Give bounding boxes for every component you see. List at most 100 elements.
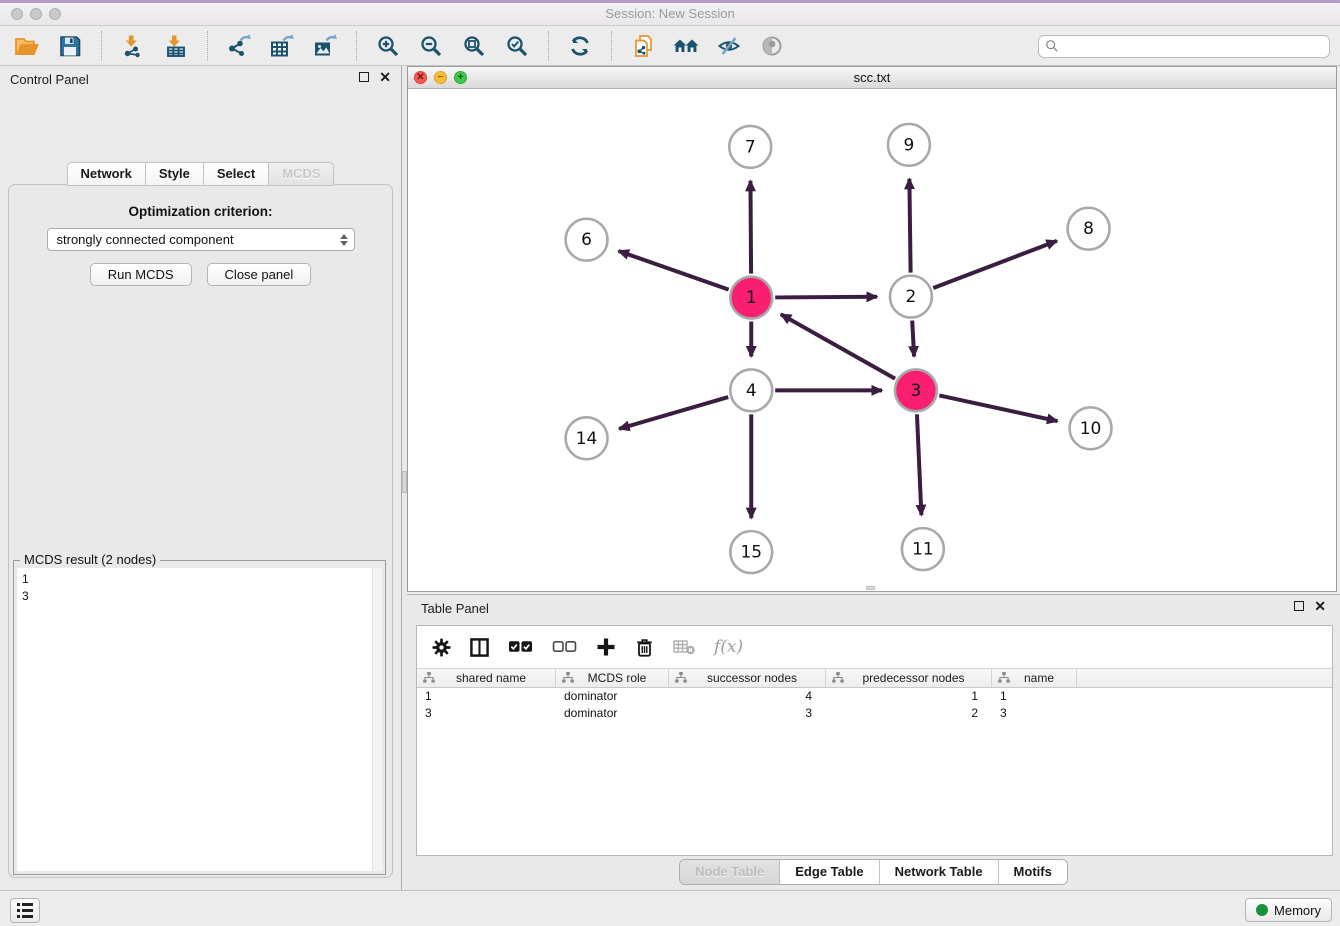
mcds-result-text[interactable]: 1 3 [17,568,382,871]
edge-1-7[interactable] [750,181,751,274]
zoom-in-button[interactable] [371,31,405,61]
toolbar-separator [611,31,612,61]
tab-style[interactable]: Style [146,162,204,186]
cell-name[interactable]: 3 [992,706,1077,720]
network-canvas[interactable]: 1234678910111415 [408,89,1336,591]
open-file-button[interactable] [10,31,44,61]
import-network-button[interactable] [116,31,150,61]
column-panel-button[interactable] [470,638,489,657]
tab-network[interactable]: Network [67,162,146,186]
graph-node-label-14: 14 [576,428,598,448]
result-scrollbar[interactable] [372,568,382,871]
cell-name[interactable]: 1 [992,689,1077,703]
cell-successor-nodes[interactable]: 3 [669,706,826,720]
zoom-out-button[interactable] [414,31,448,61]
run-mcds-button[interactable]: Run MCDS [90,263,192,286]
memory-button[interactable]: Memory [1245,898,1332,922]
export-image-button[interactable] [308,31,342,61]
graph-node-label-9: 9 [904,134,915,154]
application-window: Session: New Session Control Panel ✕ Net… [0,0,1340,926]
table-row[interactable]: 3dominator323 [417,705,1332,722]
select-all-button[interactable] [508,640,533,654]
zoom-fit-button[interactable] [457,31,491,61]
toolbar-separator [356,31,357,61]
tab-node-table[interactable]: Node Table [680,860,779,884]
edge-3-11[interactable] [917,414,921,515]
refresh-button[interactable] [563,31,597,61]
float-panel-icon[interactable] [359,72,369,82]
tab-select[interactable]: Select [204,162,269,186]
close-table-panel-icon[interactable]: ✕ [1314,600,1326,612]
zoom-selected-button[interactable] [500,31,534,61]
column-header-name[interactable]: name [992,669,1077,687]
table-header-row: shared nameMCDS rolesuccessor nodesprede… [417,668,1332,688]
tab-edge-table[interactable]: Edge Table [779,860,878,884]
toolbar-buttons [10,31,789,61]
task-history-button[interactable] [10,898,40,923]
edge-1-2[interactable] [775,297,877,298]
add-row-button[interactable] [596,637,616,657]
function-builder-button[interactable]: f(x) [714,637,743,657]
toolbar-separator [101,31,102,61]
control-panel-title: Control Panel [10,72,89,87]
frame-close-button[interactable]: ✕ [414,71,427,84]
tab-network-table[interactable]: Network Table [879,860,998,884]
edge-2-8[interactable] [933,241,1057,288]
table-row[interactable]: 1dominator411 [417,688,1332,705]
search-input[interactable] [1059,37,1323,56]
edge-2-9[interactable] [909,179,910,273]
frame-resize-handle[interactable] [866,586,875,590]
edge-3-1[interactable] [781,314,895,378]
window-title: Session: New Session [0,3,1340,25]
mcds-tab-content: Optimization criterion: strongly connect… [8,184,393,878]
tab-motifs[interactable]: Motifs [998,860,1067,884]
edge-2-3[interactable] [912,321,914,357]
frame-maximize-button[interactable]: + [454,71,467,84]
cell-successor-nodes[interactable]: 4 [669,689,826,703]
mcds-result-group: MCDS result (2 nodes) 1 3 [13,560,386,875]
search-box[interactable] [1038,35,1330,58]
export-table-button[interactable] [265,31,299,61]
optimization-criterion-select[interactable]: strongly connected component [47,228,355,251]
float-table-panel-icon[interactable] [1294,601,1304,611]
edge-4-14[interactable] [619,397,728,429]
network-frame-title: scc.txt [408,67,1336,88]
column-header-shared-name[interactable]: shared name [417,669,556,687]
control-panel: Control Panel ✕ NetworkStyleSelectMCDS O… [0,66,401,890]
table-tab-group: Node TableEdge TableNetwork TableMotifs [679,859,1068,885]
tab-mcds[interactable]: MCDS [269,162,334,186]
delete-table-button[interactable] [673,639,695,655]
table-panel-header: Table Panel ✕ [407,595,1340,621]
graph-node-label-4: 4 [746,380,757,400]
table-body: 1dominator4113dominator323 [417,688,1332,721]
graph-node-label-1: 1 [746,287,757,307]
edge-3-10[interactable] [939,395,1057,421]
control-panel-tabs: NetworkStyleSelectMCDS [0,162,401,186]
hide-selected-button[interactable] [712,31,746,61]
close-panel-icon[interactable]: ✕ [379,71,391,83]
memory-label: Memory [1274,903,1321,918]
cell-predecessor-nodes[interactable]: 2 [826,706,992,720]
show-all-button[interactable] [755,31,789,61]
delete-row-button[interactable] [635,638,654,657]
cell-MCDS-role[interactable]: dominator [556,706,669,720]
settings-button[interactable] [432,638,451,657]
column-header-MCDS-role[interactable]: MCDS role [556,669,669,687]
edge-1-6[interactable] [619,251,729,290]
network-frame-titlebar[interactable]: ✕ − + scc.txt [408,67,1336,89]
criterion-selected-value: strongly connected component [57,232,340,247]
column-header-predecessor-nodes[interactable]: predecessor nodes [826,669,992,687]
export-network-button[interactable] [222,31,256,61]
clone-network-button[interactable] [626,31,660,61]
frame-minimize-button[interactable]: − [434,71,447,84]
unselect-all-button[interactable] [552,640,577,654]
import-table-button[interactable] [159,31,193,61]
cell-MCDS-role[interactable]: dominator [556,689,669,703]
cell-predecessor-nodes[interactable]: 1 [826,689,992,703]
column-header-successor-nodes[interactable]: successor nodes [669,669,826,687]
cell-shared-name[interactable]: 3 [417,706,556,720]
save-session-button[interactable] [53,31,87,61]
cell-shared-name[interactable]: 1 [417,689,556,703]
close-panel-button[interactable]: Close panel [207,263,312,286]
first-neighbors-button[interactable] [669,31,703,61]
